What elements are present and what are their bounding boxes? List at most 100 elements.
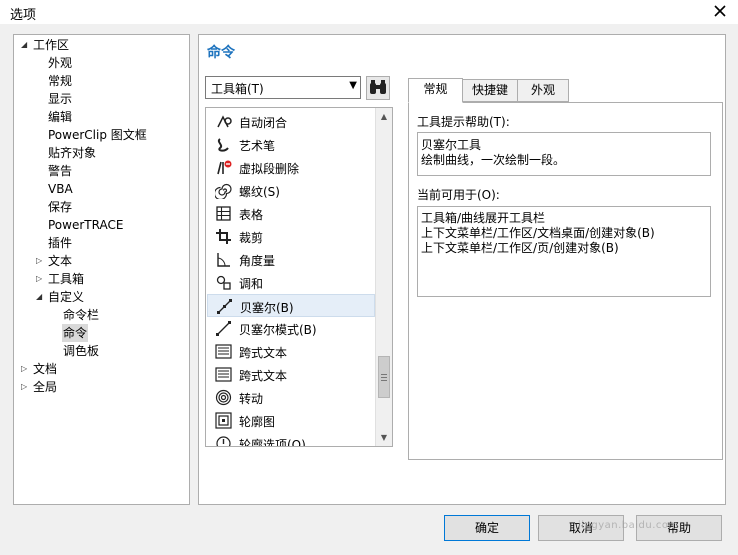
tree-item[interactable]: 命令	[62, 324, 89, 342]
command-item-label: 艺术笔	[239, 139, 276, 153]
tree-item-label: 显示	[48, 92, 73, 106]
tree-item[interactable]: ◢ 自定义	[36, 288, 85, 306]
command-item[interactable]: 自动闭合	[207, 110, 375, 133]
command-item[interactable]: 螺纹(S)	[207, 179, 375, 202]
virtual-segment-delete-icon	[215, 159, 232, 176]
command-item[interactable]: 角度量	[207, 248, 375, 271]
command-item[interactable]: 虚拟段删除	[207, 156, 375, 179]
available-in-field[interactable]: 工具箱/曲线展开工具栏 上下文菜单栏/工作区/文档桌面/创建对象(B) 上下文菜…	[417, 206, 711, 297]
crop-icon	[215, 228, 232, 245]
command-item[interactable]: 跨式文本	[207, 363, 375, 386]
command-item-label: 跨式文本	[239, 346, 288, 360]
tree-item-label: 插件	[48, 236, 73, 250]
command-item[interactable]: 转动	[207, 386, 375, 409]
outline-options-icon	[215, 435, 232, 446]
tree-item[interactable]: 保存	[47, 198, 73, 216]
scroll-down-icon[interactable]: ▼	[376, 429, 392, 446]
command-item[interactable]: 跨式文本	[207, 340, 375, 363]
scroll-up-icon[interactable]: ▲	[376, 108, 392, 125]
tree-item-label: 文本	[48, 254, 73, 268]
command-item-label: 自动闭合	[239, 116, 288, 130]
command-item-label: 调和	[239, 277, 264, 291]
tab-shortcut-keys[interactable]: 快捷键	[462, 79, 518, 102]
tab-general[interactable]: 常规	[408, 78, 463, 103]
command-item[interactable]: 轮廓选项(O)	[207, 432, 375, 446]
category-dropdown[interactable]: 工具箱(T) ▼	[205, 76, 361, 99]
tree-item-label: VBA	[48, 182, 73, 196]
tree-item-label: 工具箱	[48, 272, 85, 286]
spiral-icon	[213, 182, 232, 201]
command-item-label: 贝塞尔(B)	[240, 301, 294, 315]
auto-close-icon	[215, 113, 232, 130]
command-item-label: 跨式文本	[239, 369, 288, 383]
window-title: 选项	[10, 8, 37, 23]
watermark: jingyan.baidu.com	[578, 520, 679, 531]
command-item[interactable]: 调和	[207, 271, 375, 294]
tree-item-label: 命令栏	[63, 308, 100, 322]
tree-item[interactable]: ▷ 工具箱	[36, 270, 85, 288]
command-item-label: 表格	[239, 208, 264, 222]
close-button[interactable]	[707, 0, 733, 24]
tree-item[interactable]: 编辑	[47, 108, 73, 126]
span-text-icon	[215, 366, 232, 383]
tree-item-label: 警告	[48, 164, 73, 178]
span-text-icon	[215, 343, 232, 360]
tree-item[interactable]: 显示	[47, 90, 73, 108]
tree-expand-icon[interactable]: ▷	[21, 378, 31, 396]
find-button[interactable]	[366, 76, 390, 100]
tree-item[interactable]: 外观	[47, 54, 73, 72]
contour-icon	[215, 412, 232, 429]
tree-item[interactable]: 贴齐对象	[47, 144, 97, 162]
tree-item[interactable]: ▷ 全局	[21, 378, 58, 396]
command-item-label: 螺纹(S)	[239, 185, 280, 199]
tree-expand-icon[interactable]: ▷	[21, 360, 31, 378]
command-item[interactable]: 裁剪	[207, 225, 375, 248]
tree-item[interactable]: VBA	[47, 180, 74, 198]
tree-item-label: 命令	[62, 324, 89, 342]
tree-item[interactable]: 命令栏	[62, 306, 100, 324]
tree-expand-icon[interactable]: ▷	[36, 270, 46, 288]
command-item[interactable]: 贝塞尔(B)	[207, 294, 375, 317]
tree-item[interactable]: ▷ 文本	[36, 252, 73, 270]
scroll-thumb[interactable]	[378, 356, 390, 398]
angular-dimension-icon	[215, 251, 232, 268]
tooltip-help-line-2: 绘制曲线，一次绘制一段。	[421, 153, 566, 167]
tree-item[interactable]: PowerClip 图文框	[47, 126, 148, 144]
tree-item-label: 外观	[48, 56, 73, 70]
tree-item-label: 常规	[48, 74, 73, 88]
command-item[interactable]: 贝塞尔模式(B)	[207, 317, 375, 340]
binoculars-icon	[370, 80, 386, 94]
tree-item[interactable]: 警告	[47, 162, 73, 180]
tree-item[interactable]: PowerTRACE	[47, 216, 124, 234]
tree-item[interactable]: 调色板	[62, 342, 100, 360]
command-list[interactable]: 轮廓选项(O) 轮廓图 转动 跨式文本 跨式文本 贝塞尔模式(B) 贝塞尔(B) 调和 角度量裁…	[205, 107, 393, 447]
tree-expand-icon[interactable]: ▷	[36, 252, 46, 270]
tree-item[interactable]: ◢ 工作区	[21, 36, 70, 54]
command-item[interactable]: 表格	[207, 202, 375, 225]
tree-item-label: 调色板	[63, 344, 100, 358]
ok-button[interactable]: 确定	[444, 515, 530, 541]
tooltip-help-field[interactable]: 贝塞尔工具 绘制曲线，一次绘制一段。	[417, 132, 711, 176]
tree-item[interactable]: 常规	[47, 72, 73, 90]
tree-item-label: 编辑	[48, 110, 73, 124]
tree-item-label: 自定义	[48, 290, 85, 304]
tree-item[interactable]: ▷ 文档	[21, 360, 58, 378]
command-item[interactable]: 艺术笔	[207, 133, 375, 156]
tree-item-label: 文档	[33, 362, 58, 376]
tree-item-label: 全局	[33, 380, 58, 394]
command-list-scrollbar[interactable]: ▲ ▼	[375, 108, 392, 446]
command-item-label: 裁剪	[239, 231, 264, 245]
command-item[interactable]: 轮廓图	[207, 409, 375, 432]
tree-item-label: 贴齐对象	[48, 146, 97, 160]
tree-item[interactable]: 插件	[47, 234, 73, 252]
command-item-label: 角度量	[239, 254, 276, 268]
twirl-icon	[215, 389, 232, 406]
tree-collapse-icon[interactable]: ◢	[21, 36, 31, 54]
tree-item-label: PowerClip 图文框	[48, 128, 147, 142]
command-item-label: 虚拟段删除	[239, 162, 300, 176]
tree-item-label: PowerTRACE	[48, 218, 124, 232]
tab-appearance[interactable]: 外观	[517, 79, 569, 102]
tree-collapse-icon[interactable]: ◢	[36, 288, 46, 306]
bezier-mode-icon	[215, 320, 232, 337]
options-tree[interactable]: ◢ 工作区外观常规显示编辑 PowerClip 图文框 贴齐对象警告 VBA 保存 Powe…	[13, 34, 190, 505]
